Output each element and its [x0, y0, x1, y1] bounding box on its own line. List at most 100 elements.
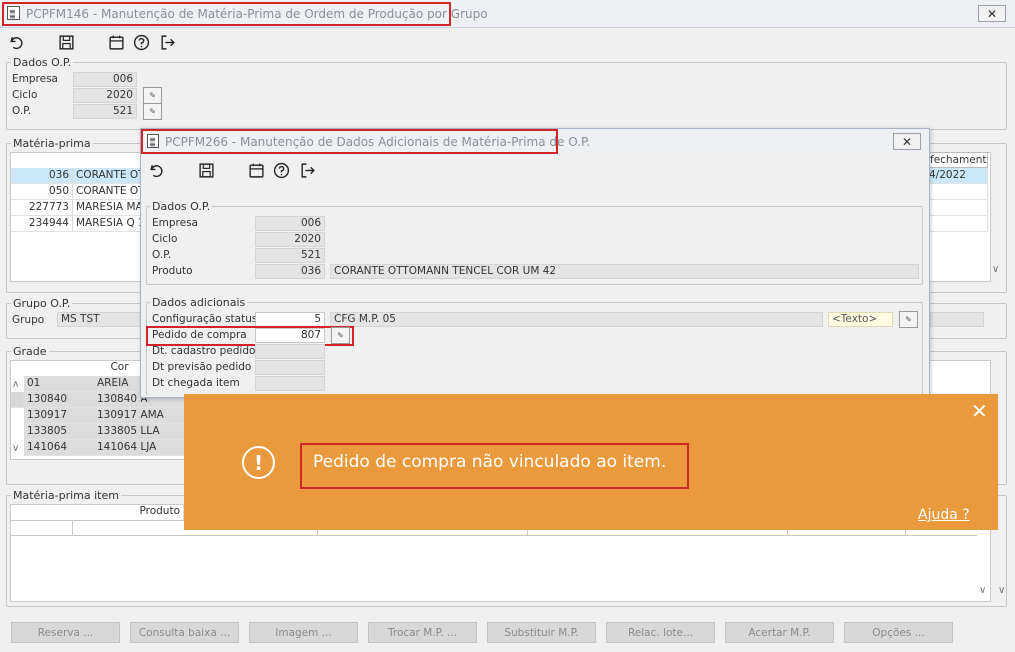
- close-icon: ✕: [901, 134, 913, 149]
- lookup-icon: ✎: [149, 107, 156, 116]
- table-row[interactable]: 4/2022: [926, 168, 988, 184]
- child-ciclo-field[interactable]: 2020: [255, 232, 325, 247]
- pedido-compra-label: Pedido de compra: [152, 329, 247, 341]
- help-link[interactable]: Ajuda ?: [918, 507, 970, 523]
- table-row[interactable]: MARESIA Q 1: [73, 216, 141, 232]
- table-row[interactable]: [926, 216, 988, 232]
- table-row[interactable]: 130917: [24, 408, 94, 424]
- config-status-field[interactable]: 5: [255, 312, 325, 327]
- exit-button[interactable]: [157, 32, 177, 52]
- calendar-button[interactable]: [106, 32, 126, 52]
- close-icon: ✕: [986, 6, 998, 21]
- ciclo-field[interactable]: 2020: [73, 88, 137, 103]
- empresa-label: Empresa: [12, 73, 58, 85]
- table-row[interactable]: 036: [11, 168, 73, 184]
- dt-chegada-field[interactable]: [255, 376, 325, 391]
- dt-cadastro-label: Dt. cadastro pedido: [152, 345, 256, 357]
- col-header-cor[interactable]: Cor: [96, 360, 144, 376]
- warning-icon: !: [242, 446, 275, 479]
- imagem-button[interactable]: Imagem ...: [249, 622, 358, 643]
- grade-legend: Grade: [11, 345, 49, 358]
- ciclo-lookup-button[interactable]: ✎: [143, 87, 162, 104]
- child-undo-button[interactable]: [146, 160, 166, 180]
- main-close-button[interactable]: ✕: [978, 5, 1006, 22]
- table-row[interactable]: 130840: [24, 392, 94, 408]
- app-icon: ≡ ≡: [147, 134, 159, 149]
- table-row[interactable]: 130917 AMA: [94, 408, 184, 424]
- table-row[interactable]: 01: [24, 376, 94, 392]
- pedido-compra-lookup-button[interactable]: ✎: [331, 327, 350, 344]
- texto-field[interactable]: <Texto>: [828, 312, 893, 327]
- table-row[interactable]: 050: [11, 184, 73, 200]
- op-lookup-button[interactable]: ✎: [143, 103, 162, 120]
- child-produto-desc-field[interactable]: CORANTE OTTOMANN TENCEL COR UM 42: [330, 264, 919, 279]
- relac-lote-button[interactable]: Relac. lote...: [606, 622, 715, 643]
- grupo-field[interactable]: MS TST: [57, 312, 141, 327]
- child-exit-button[interactable]: [297, 160, 317, 180]
- grupo-desc-field[interactable]: [930, 312, 984, 327]
- help-icon: [273, 162, 289, 178]
- col-header-fechamento[interactable]: fechamento: [926, 152, 988, 168]
- dt-cadastro-field[interactable]: [255, 344, 325, 359]
- table-row[interactable]: MARESIA MAT: [73, 200, 141, 216]
- config-status-label: Configuração status: [152, 313, 258, 325]
- table-row[interactable]: 141064 LJA: [94, 440, 184, 456]
- child-ciclo-label: Ciclo: [152, 233, 178, 245]
- materia-prima-legend: Matéria-prima: [11, 137, 93, 150]
- table-row[interactable]: 133805 LLA: [94, 424, 184, 440]
- help-button[interactable]: [131, 32, 151, 52]
- child-produto-label: Produto: [152, 265, 193, 277]
- substituir-mp-button[interactable]: Substituir M.P.: [487, 622, 596, 643]
- table-row[interactable]: 234944: [11, 216, 73, 232]
- trocar-mp-button[interactable]: Trocar M.P. ...: [368, 622, 477, 643]
- reserva-button[interactable]: Reserva ...: [11, 622, 120, 643]
- child-help-button[interactable]: [271, 160, 291, 180]
- scroll-up-icon[interactable]: ∧: [12, 379, 19, 390]
- save-icon: [198, 162, 214, 178]
- dt-chegada-label: Dt chegada item: [152, 377, 240, 389]
- texto-lookup-button[interactable]: ✎: [899, 311, 918, 328]
- exclamation-glyph: !: [253, 450, 264, 475]
- child-calendar-button[interactable]: [246, 160, 266, 180]
- table-row[interactable]: [926, 184, 988, 200]
- child-save-button[interactable]: [196, 160, 216, 180]
- save-icon: [58, 34, 74, 50]
- toast-close-button[interactable]: ✕: [971, 401, 988, 421]
- exit-icon: [160, 34, 175, 50]
- app-icon: ≡ ≡: [7, 6, 20, 21]
- scroll-down-icon[interactable]: ∨: [12, 443, 19, 454]
- save-button[interactable]: [56, 32, 76, 52]
- table-row[interactable]: CORANTE OT: [73, 184, 141, 200]
- acertar-mp-button[interactable]: Acertar M.P.: [725, 622, 834, 643]
- child-close-button[interactable]: ✕: [893, 133, 921, 150]
- table-row[interactable]: 141064: [24, 440, 94, 456]
- dt-previsao-label: Dt previsão pedido: [152, 361, 252, 373]
- col-header-produto[interactable]: Produto: [73, 504, 184, 520]
- scroll-down-icon[interactable]: ∨: [998, 585, 1005, 596]
- table-row[interactable]: 133805: [24, 424, 94, 440]
- table-row[interactable]: CORANTE OT: [73, 168, 141, 184]
- opcoes-button[interactable]: Opções ...: [844, 622, 953, 643]
- undo-button[interactable]: [6, 32, 26, 52]
- child-window-title: PCPFM266 - Manutenção de Dados Adicionai…: [165, 135, 591, 149]
- child-op-field[interactable]: 521: [255, 248, 325, 263]
- child-empresa-field[interactable]: 006: [255, 216, 325, 231]
- ciclo-label: Ciclo: [12, 89, 38, 101]
- row-indicator: [11, 392, 24, 408]
- calendar-icon: [248, 163, 264, 178]
- lookup-icon: ✎: [337, 331, 344, 340]
- materia-prima-item-legend: Matéria-prima item: [11, 489, 121, 502]
- dt-previsao-field[interactable]: [255, 360, 325, 375]
- config-status-desc-field[interactable]: CFG M.P. 05: [330, 312, 823, 327]
- child-produto-code-field[interactable]: 036: [255, 264, 325, 279]
- table-row[interactable]: [926, 200, 988, 216]
- op-field[interactable]: 521: [73, 104, 137, 119]
- consulta-baixa-button[interactable]: Consulta baixa ...: [130, 622, 239, 643]
- child-dados-op-legend: Dados O.P.: [150, 200, 213, 213]
- table-row[interactable]: 227773: [11, 200, 73, 216]
- scroll-down-icon[interactable]: ∨: [992, 264, 999, 275]
- pedido-compra-field[interactable]: 807: [255, 328, 325, 343]
- empresa-field[interactable]: 006: [73, 72, 137, 87]
- scroll-down-icon[interactable]: ∨: [979, 585, 986, 596]
- dados-adicionais-legend: Dados adicionais: [150, 296, 248, 309]
